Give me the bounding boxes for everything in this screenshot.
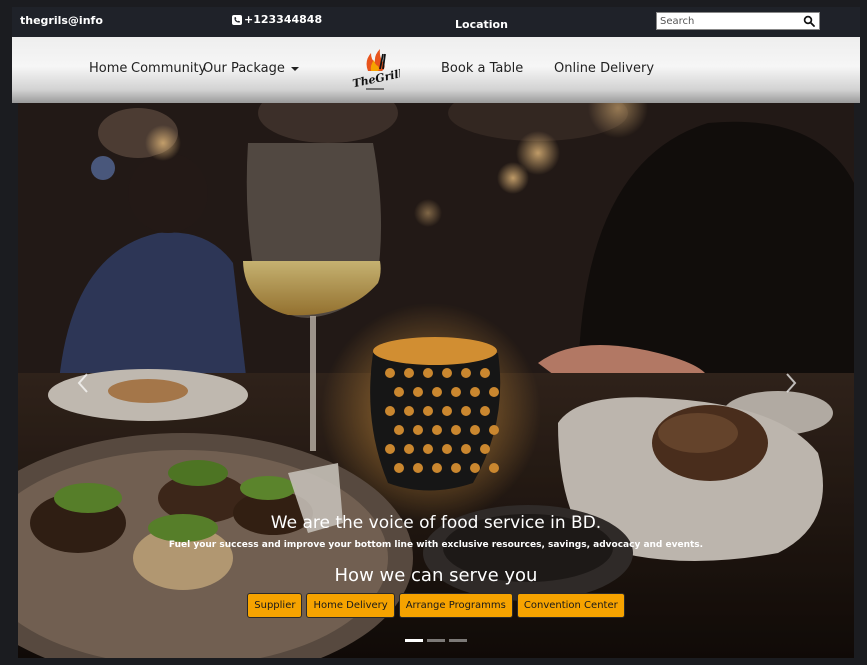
the-grill-logo[interactable]: TheGrill [350, 45, 400, 95]
search-box [656, 12, 820, 30]
carousel-indicator[interactable] [427, 639, 445, 642]
nav-online-delivery[interactable]: Online Delivery [554, 61, 654, 76]
carousel-prev-arrow-icon[interactable] [74, 371, 94, 395]
nav-home[interactable]: Home [89, 61, 127, 76]
nav-our-package-dropdown[interactable]: Our Package [203, 61, 299, 76]
convention-center-button[interactable]: Convention Center [516, 593, 625, 618]
location-link[interactable]: Location [455, 18, 508, 31]
chevron-down-icon [290, 66, 299, 71]
carousel-indicator[interactable] [405, 639, 423, 642]
main-navbar: Home Community Our Package TheGrill Book… [12, 37, 860, 103]
supplier-button[interactable]: Supplier [247, 593, 303, 618]
phone-link[interactable]: +123344848 [232, 13, 322, 26]
hero-carousel: We are the voice of food service in BD. … [18, 103, 854, 658]
search-input[interactable] [657, 13, 801, 29]
nav-book-a-table[interactable]: Book a Table [441, 61, 523, 76]
search-icon[interactable] [803, 15, 815, 27]
carousel-indicator[interactable] [449, 639, 467, 642]
home-delivery-button[interactable]: Home Delivery [306, 593, 395, 618]
phone-icon [232, 14, 242, 25]
carousel-next-arrow-icon[interactable] [780, 371, 800, 395]
serve-heading: How we can serve you [334, 565, 538, 586]
arrange-programms-button[interactable]: Arrange Programms [398, 593, 513, 618]
email-link[interactable]: thegrils@info [20, 14, 103, 27]
hero-subtitle: Fuel your success and improve your botto… [168, 540, 704, 550]
carousel-indicators [18, 639, 854, 642]
phone-number: +123344848 [244, 13, 323, 26]
top-info-bar: thegrils@info +123344848 Location [12, 7, 860, 37]
hero-title: We are the voice of food service in BD. [270, 513, 602, 533]
nav-our-package-label: Our Package [203, 61, 285, 76]
service-buttons: Supplier Home Delivery Arrange Programms… [18, 593, 854, 618]
nav-community[interactable]: Community [131, 61, 206, 76]
